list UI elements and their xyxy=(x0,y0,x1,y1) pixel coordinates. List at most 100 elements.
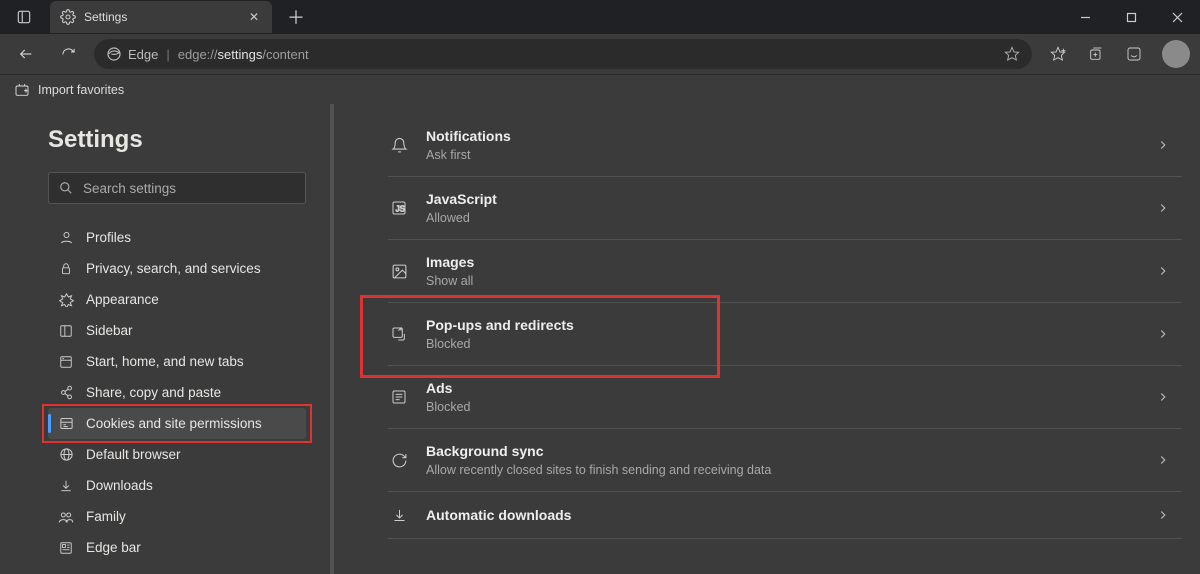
sidebar-item-default-browser[interactable]: Default browser xyxy=(48,439,306,470)
permission-icon xyxy=(390,451,408,469)
nav-icon xyxy=(58,416,74,432)
back-button[interactable] xyxy=(10,38,42,70)
permission-icon: JS xyxy=(390,199,408,217)
permission-subtitle: Show all xyxy=(426,274,1138,288)
permission-subtitle: Ask first xyxy=(426,148,1138,162)
chevron-right-icon xyxy=(1156,508,1170,522)
sidebar-item-family[interactable]: Family xyxy=(48,501,306,532)
chevron-right-icon xyxy=(1156,264,1170,278)
url-text: edge://settings/content xyxy=(178,47,309,62)
edge-icon xyxy=(106,46,122,62)
favorites-button[interactable] xyxy=(1042,38,1074,70)
nav-label: Default browser xyxy=(86,447,181,462)
permission-subtitle: Blocked xyxy=(426,337,1138,351)
collections-button[interactable] xyxy=(1080,38,1112,70)
nav-icon xyxy=(58,354,74,370)
scrollbar-gutter xyxy=(0,104,8,574)
import-favorites-icon xyxy=(14,82,30,98)
permission-title: Ads xyxy=(426,380,1138,396)
permission-subtitle: Allow recently closed sites to finish se… xyxy=(426,463,1138,477)
settings-nav: Profiles Privacy, search, and services App… xyxy=(48,222,306,563)
permission-icon xyxy=(390,388,408,406)
nav-icon xyxy=(58,323,74,339)
chevron-right-icon xyxy=(1156,390,1170,404)
sidebar-item-profiles[interactable]: Profiles xyxy=(48,222,306,253)
close-tab-button[interactable]: ✕ xyxy=(246,9,262,25)
browser-essentials-button[interactable] xyxy=(1118,38,1150,70)
permission-text: Pop-ups and redirectsBlocked xyxy=(426,317,1138,351)
permission-title: JavaScript xyxy=(426,191,1138,207)
nav-label: Start, home, and new tabs xyxy=(86,354,244,369)
close-window-button[interactable] xyxy=(1154,0,1200,34)
settings-sidebar: Settings Search settings Profiles Privacy… xyxy=(8,104,334,574)
chevron-right-icon xyxy=(1156,201,1170,215)
chevron-right-icon xyxy=(1156,453,1170,467)
nav-label: Sidebar xyxy=(86,323,133,338)
separator: | xyxy=(166,47,169,62)
permission-icon xyxy=(390,506,408,524)
sidebar-item-edge-bar[interactable]: Edge bar xyxy=(48,532,306,563)
nav-label: Profiles xyxy=(86,230,131,245)
window-controls xyxy=(1062,0,1200,34)
permission-icon xyxy=(390,136,408,154)
permission-text: Ads Blocked xyxy=(426,380,1138,414)
tab-actions-button[interactable] xyxy=(8,1,40,33)
chevron-right-icon xyxy=(1156,138,1170,152)
page-title: Settings xyxy=(48,126,306,154)
import-favorites-link[interactable]: Import favorites xyxy=(38,83,124,97)
nav-label: Family xyxy=(86,509,126,524)
address-bar[interactable]: Edge | edge://settings/content xyxy=(94,39,1032,69)
toolbar: Edge | edge://settings/content xyxy=(0,34,1200,74)
nav-icon xyxy=(58,509,74,525)
sidebar-item-cookies-and-site-permissions[interactable]: Cookies and site permissions xyxy=(48,408,306,439)
permission-icon xyxy=(390,325,408,343)
permission-row-ads[interactable]: Ads Blocked xyxy=(388,366,1182,429)
nav-label: Cookies and site permissions xyxy=(86,416,262,431)
svg-text:JS: JS xyxy=(396,204,405,213)
sidebar-item-appearance[interactable]: Appearance xyxy=(48,284,306,315)
nav-label: Share, copy and paste xyxy=(86,385,221,400)
permission-row-automatic-downloads[interactable]: Automatic downloads xyxy=(388,492,1182,539)
permission-title: Images xyxy=(426,254,1138,270)
sidebar-item-share-copy-and-paste[interactable]: Share, copy and paste xyxy=(48,377,306,408)
nav-icon xyxy=(58,230,74,246)
sidebar-item-downloads[interactable]: Downloads xyxy=(48,470,306,501)
favorite-star-icon[interactable] xyxy=(1004,46,1020,62)
settings-main: NotificationsAsk first JS JavaScript Allowe… xyxy=(334,104,1200,574)
permission-text: Background syncAllow recently closed sit… xyxy=(426,443,1138,477)
brand-label: Edge xyxy=(128,47,158,62)
nav-icon xyxy=(58,385,74,401)
permission-row-notifications[interactable]: NotificationsAsk first xyxy=(388,114,1182,177)
new-tab-button[interactable]: ＋ xyxy=(282,3,310,31)
maximize-button[interactable] xyxy=(1108,0,1154,34)
titlebar: Settings ✕ ＋ xyxy=(0,0,1200,34)
browser-tab[interactable]: Settings ✕ xyxy=(50,1,272,33)
nav-icon xyxy=(58,292,74,308)
sidebar-item-sidebar[interactable]: Sidebar xyxy=(48,315,306,346)
sidebar-item-privacy-search-and-services[interactable]: Privacy, search, and services xyxy=(48,253,306,284)
site-identity: Edge xyxy=(106,46,158,62)
minimize-button[interactable] xyxy=(1062,0,1108,34)
nav-icon xyxy=(58,261,74,277)
permission-text: JavaScript Allowed xyxy=(426,191,1138,225)
permission-row-background-sync[interactable]: Background syncAllow recently closed sit… xyxy=(388,429,1182,492)
permission-subtitle: Blocked xyxy=(426,400,1138,414)
gear-icon xyxy=(60,9,76,25)
favorites-bar: Import favorites xyxy=(0,74,1200,104)
nav-label: Downloads xyxy=(86,478,153,493)
nav-label: Privacy, search, and services xyxy=(86,261,261,276)
nav-icon xyxy=(58,540,74,556)
permission-row-images[interactable]: Images Show all xyxy=(388,240,1182,303)
permission-subtitle: Allowed xyxy=(426,211,1138,225)
sidebar-item-start-home-and-new-tabs[interactable]: Start, home, and new tabs xyxy=(48,346,306,377)
permission-row-javascript[interactable]: JS JavaScript Allowed xyxy=(388,177,1182,240)
search-icon xyxy=(59,181,73,195)
search-input[interactable]: Search settings xyxy=(48,172,306,204)
permission-text: Automatic downloads xyxy=(426,507,1138,523)
profile-avatar[interactable] xyxy=(1162,40,1190,68)
refresh-button[interactable] xyxy=(52,38,84,70)
permission-row-pop-ups-and-redirects[interactable]: Pop-ups and redirectsBlocked xyxy=(388,303,1182,366)
permission-icon xyxy=(390,262,408,280)
permission-list: NotificationsAsk first JS JavaScript Allowe… xyxy=(388,114,1182,539)
tab-title: Settings xyxy=(84,10,238,24)
